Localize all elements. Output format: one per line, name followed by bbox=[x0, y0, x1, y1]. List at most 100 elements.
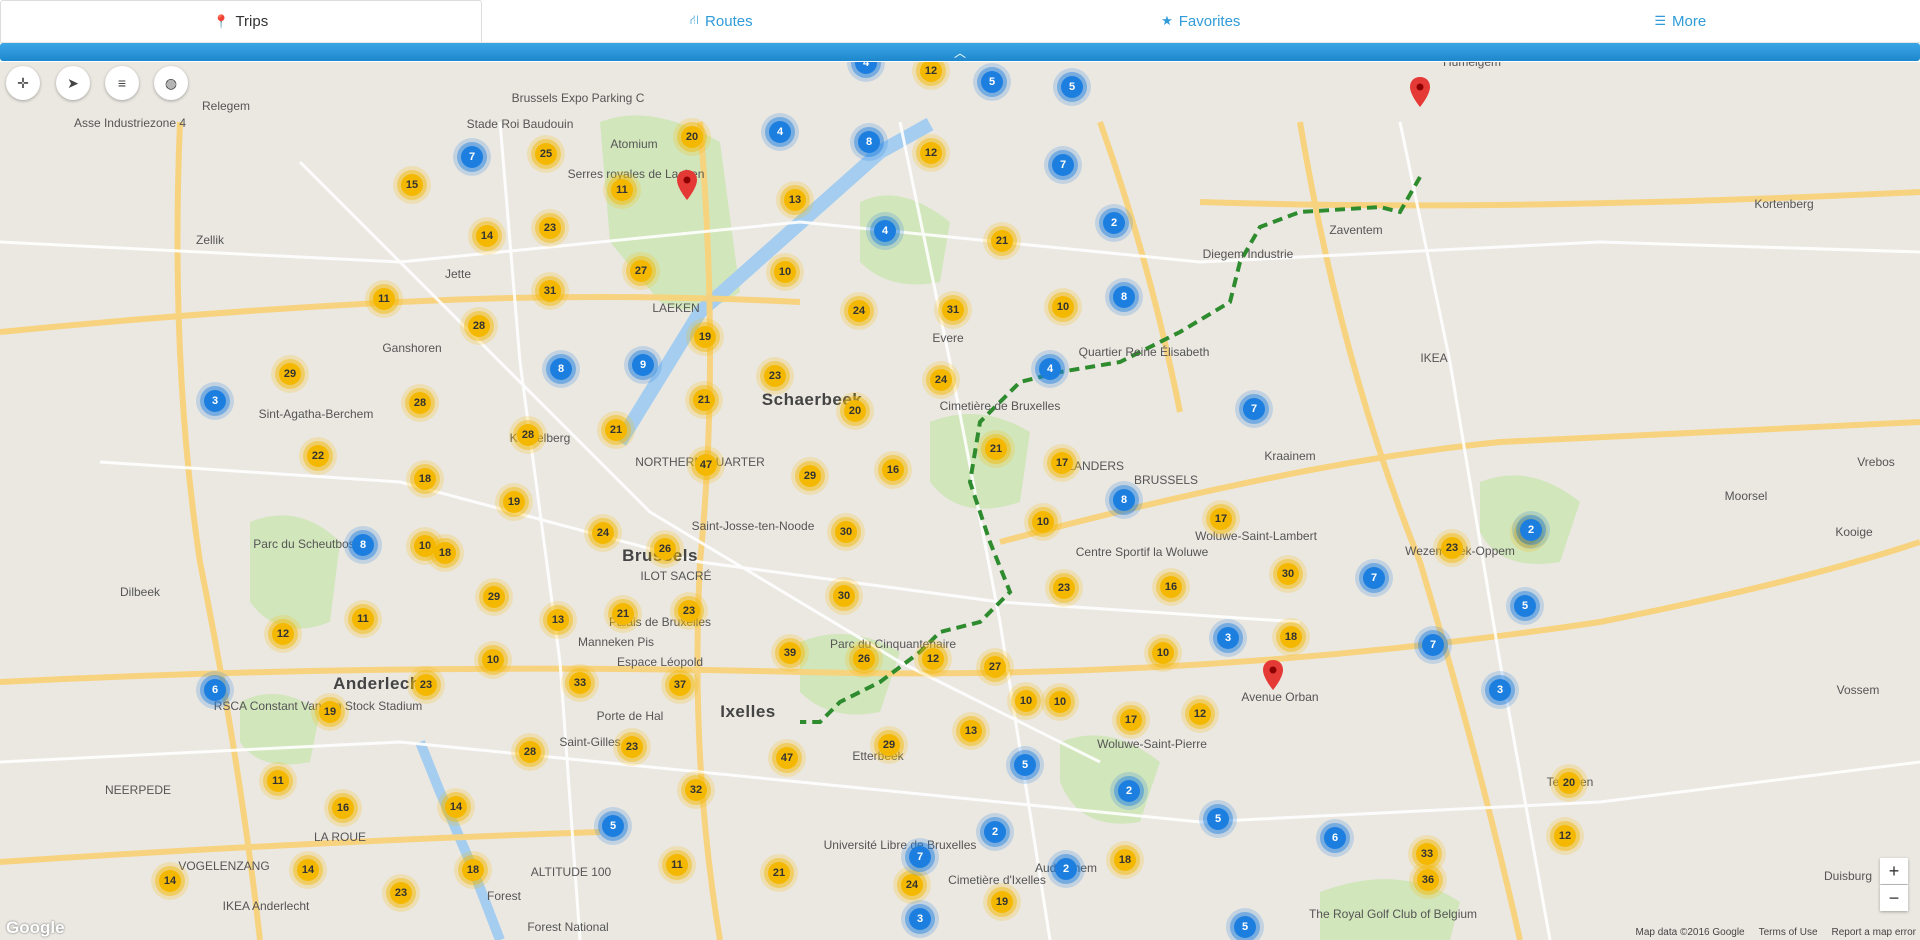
trip-cluster-marker[interactable]: 23 bbox=[1053, 577, 1075, 599]
trip-cluster-marker[interactable]: 11 bbox=[352, 608, 374, 630]
trip-cluster-marker[interactable]: 5 bbox=[1014, 754, 1036, 776]
trip-cluster-marker[interactable]: 29 bbox=[878, 734, 900, 756]
trip-cluster-marker[interactable]: 10 bbox=[1015, 690, 1037, 712]
trip-cluster-marker[interactable]: 2 bbox=[1118, 780, 1140, 802]
report-link[interactable]: Report a map error bbox=[1832, 927, 1916, 938]
trip-cluster-marker[interactable]: 3 bbox=[1489, 679, 1511, 701]
trip-cluster-marker[interactable]: 8 bbox=[858, 131, 880, 153]
trip-cluster-marker[interactable]: 10 bbox=[1152, 642, 1174, 664]
tab-routes[interactable]: ⛙ Routes bbox=[482, 0, 962, 42]
trip-cluster-marker[interactable]: 30 bbox=[833, 585, 855, 607]
trip-cluster-marker[interactable]: 2 bbox=[1103, 212, 1125, 234]
trip-cluster-marker[interactable]: 10 bbox=[1049, 691, 1071, 713]
trip-cluster-marker[interactable]: 4 bbox=[874, 220, 896, 242]
globe-button[interactable]: ◍ bbox=[154, 66, 188, 100]
trip-cluster-marker[interactable]: 3 bbox=[909, 908, 931, 930]
trip-cluster-marker[interactable]: 11 bbox=[611, 179, 633, 201]
trip-cluster-marker[interactable]: 7 bbox=[1052, 154, 1074, 176]
trip-cluster-marker[interactable]: 23 bbox=[390, 882, 412, 904]
trip-cluster-marker[interactable]: 10 bbox=[482, 649, 504, 671]
trip-cluster-marker[interactable]: 29 bbox=[483, 586, 505, 608]
trip-cluster-marker[interactable]: 11 bbox=[373, 288, 395, 310]
trip-cluster-marker[interactable]: 39 bbox=[779, 642, 801, 664]
trip-cluster-marker[interactable]: 12 bbox=[922, 648, 944, 670]
trip-cluster-marker[interactable]: 5 bbox=[1207, 808, 1229, 830]
trip-cluster-marker[interactable]: 13 bbox=[547, 609, 569, 631]
trip-cluster-marker[interactable]: 18 bbox=[1280, 626, 1302, 648]
trip-cluster-marker[interactable]: 12 bbox=[1554, 825, 1576, 847]
trip-cluster-marker[interactable]: 24 bbox=[592, 522, 614, 544]
trip-cluster-marker[interactable]: 36 bbox=[1417, 869, 1439, 891]
map-pin-icon[interactable] bbox=[1263, 660, 1283, 690]
trip-cluster-marker[interactable]: 7 bbox=[461, 146, 483, 168]
crosshair-button[interactable]: ✛ bbox=[6, 66, 40, 100]
send-button[interactable]: ➤ bbox=[56, 66, 90, 100]
trip-cluster-marker[interactable]: 16 bbox=[1160, 576, 1182, 598]
map[interactable]: ✛ ➤ ≡ ◍ BrusselsSchaerbeekAnderlechtIxel… bbox=[0, 62, 1920, 940]
trip-cluster-marker[interactable]: 28 bbox=[517, 424, 539, 446]
trip-cluster-marker[interactable]: 2 bbox=[1055, 858, 1077, 880]
trip-cluster-marker[interactable]: 19 bbox=[319, 701, 341, 723]
trip-cluster-marker[interactable]: 14 bbox=[159, 870, 181, 892]
trip-cluster-marker[interactable]: 4 bbox=[769, 121, 791, 143]
trip-cluster-marker[interactable]: 23 bbox=[415, 674, 437, 696]
trip-cluster-marker[interactable]: 13 bbox=[960, 720, 982, 742]
trip-cluster-marker[interactable]: 19 bbox=[694, 326, 716, 348]
trip-cluster-marker[interactable]: 6 bbox=[1324, 827, 1346, 849]
zoom-out-button[interactable]: − bbox=[1880, 885, 1908, 911]
trip-cluster-marker[interactable]: 9 bbox=[632, 354, 654, 376]
trip-cluster-marker[interactable]: 24 bbox=[848, 300, 870, 322]
trip-cluster-marker[interactable]: 16 bbox=[882, 459, 904, 481]
trip-cluster-marker[interactable]: 23 bbox=[539, 217, 561, 239]
trip-cluster-marker[interactable]: 10 bbox=[1052, 296, 1074, 318]
trip-cluster-marker[interactable]: 12 bbox=[272, 623, 294, 645]
trip-cluster-marker[interactable]: 5 bbox=[1234, 916, 1256, 938]
collapse-bar[interactable]: ︿ bbox=[0, 43, 1920, 61]
trip-cluster-marker[interactable]: 26 bbox=[853, 648, 875, 670]
trip-cluster-marker[interactable]: 8 bbox=[550, 358, 572, 380]
trip-cluster-marker[interactable]: 47 bbox=[776, 747, 798, 769]
map-pin-icon[interactable] bbox=[1410, 77, 1430, 107]
trip-cluster-marker[interactable]: 32 bbox=[685, 779, 707, 801]
trip-cluster-marker[interactable]: 10 bbox=[1032, 511, 1054, 533]
trip-cluster-marker[interactable]: 10 bbox=[414, 535, 436, 557]
trip-cluster-marker[interactable]: 14 bbox=[476, 225, 498, 247]
trip-cluster-marker[interactable]: 28 bbox=[519, 741, 541, 763]
trip-cluster-marker[interactable]: 24 bbox=[930, 369, 952, 391]
trip-cluster-marker[interactable]: 17 bbox=[1051, 452, 1073, 474]
trip-cluster-marker[interactable]: 27 bbox=[630, 260, 652, 282]
trip-cluster-marker[interactable]: 7 bbox=[1422, 634, 1444, 656]
trip-cluster-marker[interactable]: 5 bbox=[1061, 76, 1083, 98]
trip-cluster-marker[interactable]: 21 bbox=[768, 862, 790, 884]
layers-button[interactable]: ≡ bbox=[105, 66, 139, 100]
trip-cluster-marker[interactable]: 14 bbox=[445, 796, 467, 818]
trip-cluster-marker[interactable]: 18 bbox=[462, 859, 484, 881]
trip-cluster-marker[interactable]: 13 bbox=[784, 189, 806, 211]
trip-cluster-marker[interactable]: 8 bbox=[1113, 286, 1135, 308]
trip-cluster-marker[interactable]: 17 bbox=[1120, 709, 1142, 731]
trip-cluster-marker[interactable]: 37 bbox=[669, 674, 691, 696]
trip-cluster-marker[interactable]: 31 bbox=[942, 299, 964, 321]
trip-cluster-marker[interactable]: 29 bbox=[279, 363, 301, 385]
trip-cluster-marker[interactable]: 29 bbox=[799, 465, 821, 487]
trip-cluster-marker[interactable]: 21 bbox=[985, 438, 1007, 460]
trip-cluster-marker[interactable]: 21 bbox=[693, 389, 715, 411]
trip-cluster-marker[interactable]: 28 bbox=[409, 392, 431, 414]
trip-cluster-marker[interactable]: 8 bbox=[1113, 489, 1135, 511]
trip-cluster-marker[interactable]: 3 bbox=[1217, 627, 1239, 649]
trip-cluster-marker[interactable]: 31 bbox=[539, 280, 561, 302]
trip-cluster-marker[interactable]: 23 bbox=[678, 600, 700, 622]
terms-link[interactable]: Terms of Use bbox=[1759, 927, 1818, 938]
trip-cluster-marker[interactable]: 20 bbox=[681, 126, 703, 148]
trip-cluster-marker[interactable]: 12 bbox=[920, 142, 942, 164]
trip-cluster-marker[interactable]: 15 bbox=[401, 174, 423, 196]
trip-cluster-marker[interactable]: 27 bbox=[984, 656, 1006, 678]
trip-cluster-marker[interactable]: 25 bbox=[535, 143, 557, 165]
trip-cluster-marker[interactable]: 23 bbox=[1441, 537, 1463, 559]
trip-cluster-marker[interactable]: 2 bbox=[984, 821, 1006, 843]
tab-trips[interactable]: 📍 Trips bbox=[0, 0, 482, 42]
trip-cluster-marker[interactable]: 28 bbox=[468, 315, 490, 337]
zoom-in-button[interactable]: + bbox=[1880, 858, 1908, 884]
trip-cluster-marker[interactable]: 24 bbox=[901, 874, 923, 896]
trip-cluster-marker[interactable]: 7 bbox=[1243, 398, 1265, 420]
